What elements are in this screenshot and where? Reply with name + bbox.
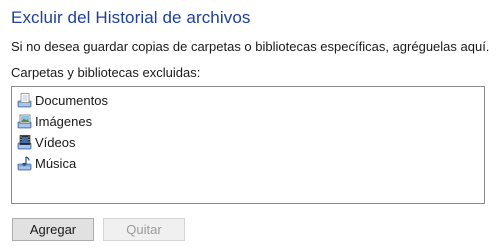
- list-item-label: Música: [35, 155, 77, 171]
- add-button[interactable]: Agregar: [12, 218, 94, 241]
- documents-library-icon: [17, 92, 33, 108]
- remove-button[interactable]: Quitar: [103, 218, 185, 241]
- pictures-library-icon: [17, 113, 33, 129]
- excluded-list-label: Carpetas y bibliotecas excluidas:: [11, 65, 201, 80]
- videos-library-icon: [17, 134, 33, 150]
- list-item-label: Imágenes: [35, 113, 93, 129]
- list-item-musica[interactable]: Música: [17, 153, 76, 173]
- music-library-icon: [17, 155, 33, 171]
- list-item-imagenes[interactable]: Imágenes: [17, 111, 92, 131]
- list-item-videos[interactable]: Vídeos: [17, 132, 75, 152]
- excluded-folders-list[interactable]: Documentos Imágenes Vídeos Música: [11, 86, 485, 204]
- list-item-documentos[interactable]: Documentos: [17, 90, 108, 110]
- dialog-description: Si no desea guardar copias de carpetas o…: [11, 39, 490, 54]
- list-item-label: Documentos: [35, 92, 108, 108]
- dialog-title: Excluir del Historial de archivos: [11, 8, 251, 27]
- list-item-label: Vídeos: [35, 134, 76, 150]
